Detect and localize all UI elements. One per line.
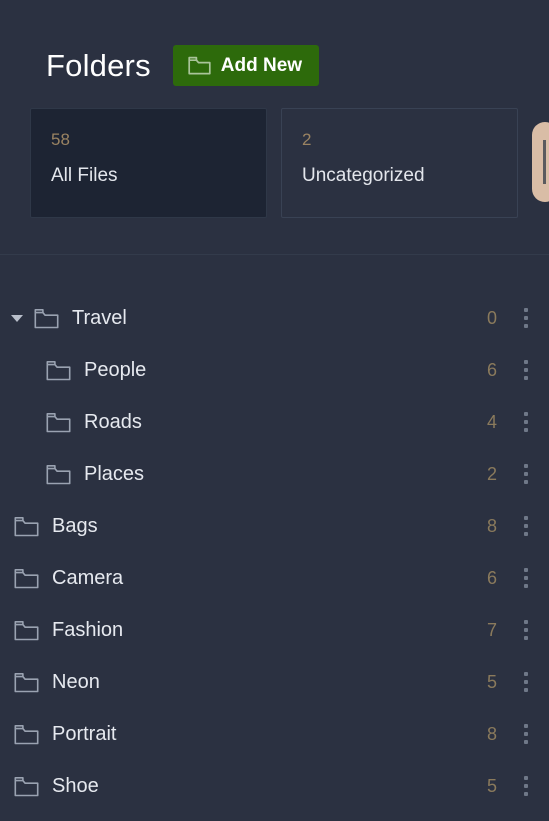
stat-card-uncategorized[interactable]: 2 Uncategorized bbox=[281, 108, 518, 218]
folder-count: 5 bbox=[486, 671, 497, 692]
folder-count: 4 bbox=[486, 411, 497, 432]
stat-card-all-files[interactable]: 58 All Files bbox=[30, 108, 267, 218]
folder-label: Portrait bbox=[52, 722, 117, 745]
kebab-menu-icon[interactable] bbox=[517, 563, 535, 593]
all-files-count: 58 bbox=[51, 130, 70, 149]
folder-row-neon[interactable]: Neon 5 bbox=[0, 656, 549, 708]
kebab-menu-icon[interactable] bbox=[517, 407, 535, 437]
folder-label: Shoe bbox=[52, 774, 99, 797]
folder-icon bbox=[14, 672, 40, 693]
folder-icon bbox=[14, 724, 40, 745]
folder-icon bbox=[14, 516, 40, 537]
folder-icon bbox=[46, 360, 72, 381]
folder-icon bbox=[46, 412, 72, 433]
folder-icon bbox=[46, 464, 72, 485]
folder-count: 5 bbox=[486, 775, 497, 796]
kebab-menu-icon[interactable] bbox=[517, 667, 535, 697]
chevron-down-icon[interactable] bbox=[0, 314, 34, 322]
kebab-menu-icon[interactable] bbox=[517, 355, 535, 385]
folder-label: Camera bbox=[52, 566, 124, 589]
kebab-menu-icon[interactable] bbox=[517, 459, 535, 489]
folder-label: Places bbox=[84, 462, 145, 485]
folders-panel: Folders Add New 58 All Files 2 Uncategor… bbox=[0, 0, 549, 821]
folder-row-camera[interactable]: Camera 6 bbox=[0, 552, 549, 604]
folder-count: 8 bbox=[486, 723, 497, 744]
add-new-label: Add New bbox=[220, 54, 303, 76]
page-title: Folders bbox=[46, 47, 151, 83]
folder-label: Fashion bbox=[52, 618, 124, 641]
folder-label: Travel bbox=[72, 306, 127, 329]
add-new-button[interactable]: Add New bbox=[172, 44, 320, 86]
folder-count: 6 bbox=[486, 359, 497, 380]
folder-count: 6 bbox=[486, 567, 497, 588]
folder-row-people[interactable]: People 6 bbox=[0, 344, 549, 396]
stats-cards-row: 58 All Files 2 Uncategorized bbox=[0, 108, 549, 218]
folder-label: Roads bbox=[84, 410, 142, 433]
kebab-menu-icon[interactable] bbox=[517, 511, 535, 541]
stat-card-partial[interactable] bbox=[532, 122, 549, 202]
folder-icon bbox=[188, 56, 211, 75]
folder-row-portrait[interactable]: Portrait 8 bbox=[0, 708, 549, 760]
kebab-menu-icon[interactable] bbox=[517, 303, 535, 333]
folder-row-fashion[interactable]: Fashion 7 bbox=[0, 604, 549, 656]
folder-count: 2 bbox=[486, 463, 497, 484]
uncategorized-count: 2 bbox=[302, 130, 312, 149]
section-divider bbox=[0, 254, 549, 255]
folder-count: 8 bbox=[486, 515, 497, 536]
folder-tree: Travel 0 People 6 Roads 4 Places 2 Bags 8 Camera 6 F… bbox=[0, 292, 549, 812]
folder-row-shoe[interactable]: Shoe 5 bbox=[0, 760, 549, 812]
folder-icon bbox=[34, 308, 60, 329]
folder-label: Neon bbox=[52, 670, 100, 693]
kebab-menu-icon[interactable] bbox=[517, 615, 535, 645]
all-files-label: All Files bbox=[51, 165, 118, 186]
uncategorized-label: Uncategorized bbox=[302, 165, 425, 186]
folder-icon bbox=[14, 568, 40, 589]
folder-label: People bbox=[84, 358, 147, 381]
folder-count: 0 bbox=[486, 307, 497, 328]
folder-row-roads[interactable]: Roads 4 bbox=[0, 396, 549, 448]
folder-icon bbox=[14, 776, 40, 797]
kebab-menu-icon[interactable] bbox=[517, 719, 535, 749]
folder-row-bags[interactable]: Bags 8 bbox=[0, 500, 549, 552]
folder-label: Bags bbox=[52, 514, 98, 537]
page-header: Folders Add New bbox=[0, 0, 549, 100]
folder-icon bbox=[14, 620, 40, 641]
folder-count: 7 bbox=[486, 619, 497, 640]
folder-row-travel[interactable]: Travel 0 bbox=[0, 292, 549, 344]
kebab-menu-icon[interactable] bbox=[517, 771, 535, 801]
folder-row-places[interactable]: Places 2 bbox=[0, 448, 549, 500]
